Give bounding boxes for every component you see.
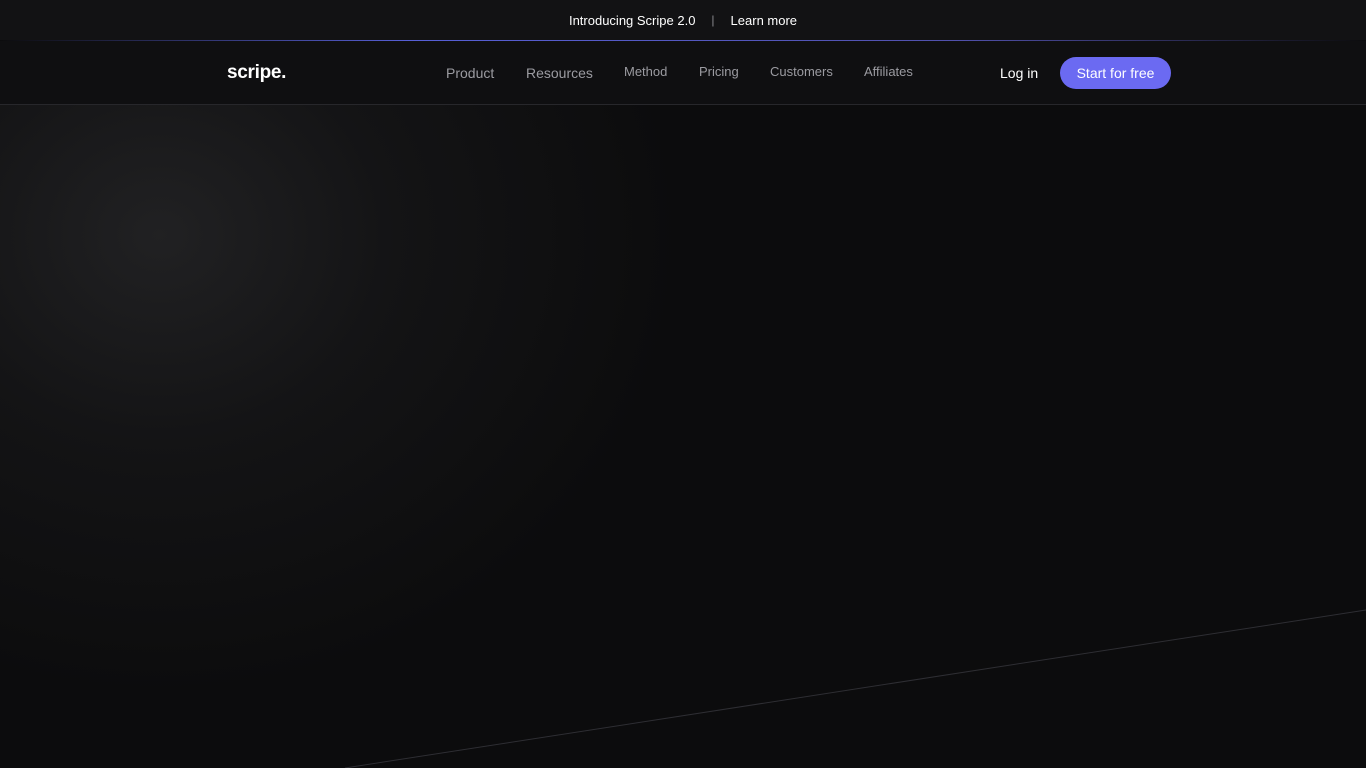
brand-name: scripe.	[227, 62, 287, 83]
nav-item-method[interactable]: Method	[624, 64, 667, 79]
nav-item-affiliates[interactable]: Affiliates	[864, 64, 913, 79]
announcement-text: Introducing Scripe 2.0	[568, 12, 696, 28]
nav-item-customers[interactable]: Customers	[770, 64, 833, 79]
logo[interactable]: scripe.	[194, 58, 286, 88]
login-link[interactable]: Log in	[1000, 65, 1038, 81]
soundwave-icon	[195, 58, 221, 88]
hero-decorative-line	[344, 609, 1366, 768]
navbar: scripe. Product Resources Method Pricing…	[0, 41, 1366, 105]
start-for-free-button[interactable]: Start for free	[1060, 57, 1171, 89]
nav-item-product[interactable]: Product	[446, 65, 494, 81]
nav-item-resources[interactable]: Resources	[526, 65, 593, 81]
announcement-bar: Introducing Scripe 2.0 | Learn more	[0, 0, 1366, 40]
announcement-separator: |	[711, 13, 715, 27]
learn-more-link[interactable]: Learn more	[731, 13, 797, 28]
page: Introducing Scripe 2.0 | Learn more scri…	[0, 0, 1366, 768]
nav-item-pricing[interactable]: Pricing	[699, 64, 739, 79]
